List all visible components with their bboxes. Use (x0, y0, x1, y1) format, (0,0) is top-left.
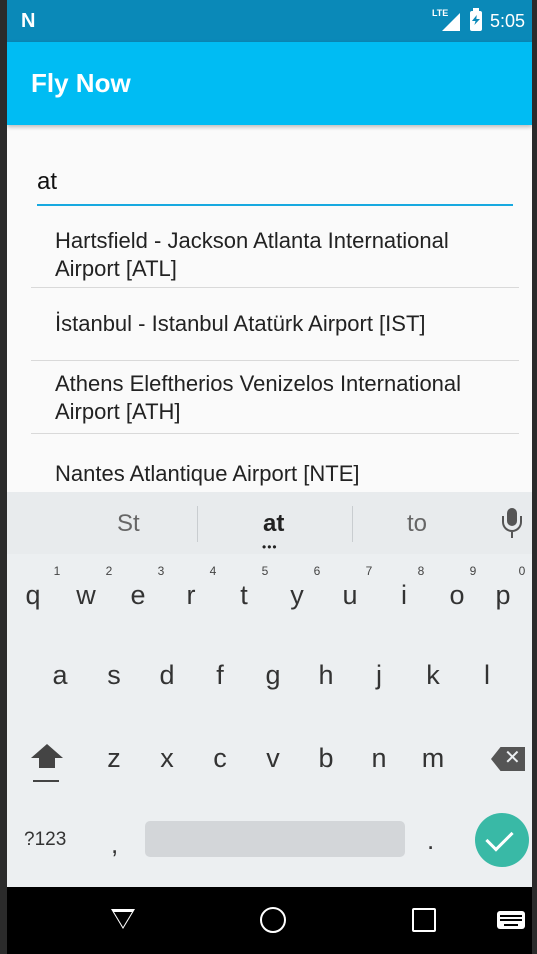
suggestion-item[interactable]: Nantes Atlantique Airport [NTE] (31, 434, 519, 492)
key-r[interactable]: r (171, 580, 211, 611)
suggestion-item[interactable]: Hartsfield - Jackson Atlanta Internation… (31, 214, 519, 288)
status-bar: N LTE 5:05 (7, 0, 532, 42)
app-bar: Fly Now (7, 42, 532, 125)
keyboard-suggestion[interactable]: to (407, 510, 427, 538)
key-q[interactable]: q (13, 580, 53, 611)
key-e[interactable]: e (118, 580, 158, 611)
key-p[interactable]: p (483, 580, 523, 611)
key-w[interactable]: w (66, 580, 106, 611)
suggestion-item[interactable]: Athens Eleftherios Venizelos Internation… (31, 361, 519, 434)
mic-icon[interactable] (500, 508, 524, 542)
key-n[interactable]: n (359, 743, 399, 774)
clock: 5:05 (489, 10, 525, 31)
key-u[interactable]: u (330, 580, 370, 611)
key-h[interactable]: h (306, 660, 346, 691)
shift-icon[interactable] (29, 744, 65, 784)
keyboard-suggestion[interactable]: St (117, 510, 140, 538)
key-t[interactable]: t (224, 580, 264, 611)
key-a[interactable]: a (40, 660, 80, 691)
key-hint: 9 (469, 564, 477, 578)
key-f[interactable]: f (200, 660, 240, 691)
suggestion-item[interactable]: İstanbul - Istanbul Atatürk Airport [IST… (31, 288, 519, 361)
key-hint: 7 (365, 564, 373, 578)
key-i[interactable]: i (384, 580, 424, 611)
phone-screen: N LTE 5:05 Fly Now Hartsfield - Jackson … (7, 0, 532, 954)
key-hint: 6 (313, 564, 321, 578)
period-key[interactable]: . (427, 825, 434, 856)
app-title: Fly Now (31, 68, 131, 98)
key-c[interactable]: c (200, 743, 240, 774)
backspace-icon[interactable]: ✕ (491, 747, 525, 771)
key-g[interactable]: g (253, 660, 293, 691)
home-icon[interactable] (260, 907, 286, 933)
key-k[interactable]: k (413, 660, 453, 691)
key-o[interactable]: o (437, 580, 477, 611)
check-icon (485, 823, 514, 852)
key-hint: 1 (53, 564, 61, 578)
key-d[interactable]: d (147, 660, 187, 691)
enter-key[interactable] (475, 813, 529, 867)
key-z[interactable]: z (94, 743, 134, 774)
key-m[interactable]: m (413, 743, 453, 774)
key-l[interactable]: l (467, 660, 507, 691)
lte-signal-icon: LTE (432, 8, 460, 31)
key-b[interactable]: b (306, 743, 346, 774)
search-input[interactable] (37, 160, 513, 206)
keyboard-icon[interactable] (497, 911, 525, 929)
soft-keyboard: St at ••• to 1 2 3 4 5 6 7 8 9 0 q w e r… (7, 492, 532, 887)
comma-key[interactable]: , (111, 829, 118, 860)
symbols-key[interactable]: ?123 (24, 829, 66, 851)
key-hint: 4 (209, 564, 217, 578)
key-j[interactable]: j (359, 660, 399, 691)
key-hint: 3 (157, 564, 165, 578)
key-hint: 5 (261, 564, 269, 578)
n-logo-icon: N (21, 10, 36, 32)
search-field[interactable] (37, 160, 513, 206)
navigation-bar (7, 887, 532, 954)
space-bar[interactable] (145, 821, 405, 857)
key-y[interactable]: y (277, 580, 317, 611)
key-s[interactable]: s (94, 660, 134, 691)
recents-icon[interactable] (412, 908, 436, 932)
battery-charging-icon (469, 8, 482, 31)
suggestion-list: Hartsfield - Jackson Atlanta Internation… (31, 214, 519, 492)
keyboard-suggestion-primary[interactable]: at (263, 510, 284, 538)
key-v[interactable]: v (253, 743, 293, 774)
key-x[interactable]: x (147, 743, 187, 774)
keyboard-suggestion-bar: St at ••• to (7, 492, 532, 554)
key-hint: 8 (417, 564, 425, 578)
key-hint: 0 (518, 564, 526, 578)
more-suggestions-icon[interactable]: ••• (262, 540, 278, 554)
key-hint: 2 (105, 564, 113, 578)
